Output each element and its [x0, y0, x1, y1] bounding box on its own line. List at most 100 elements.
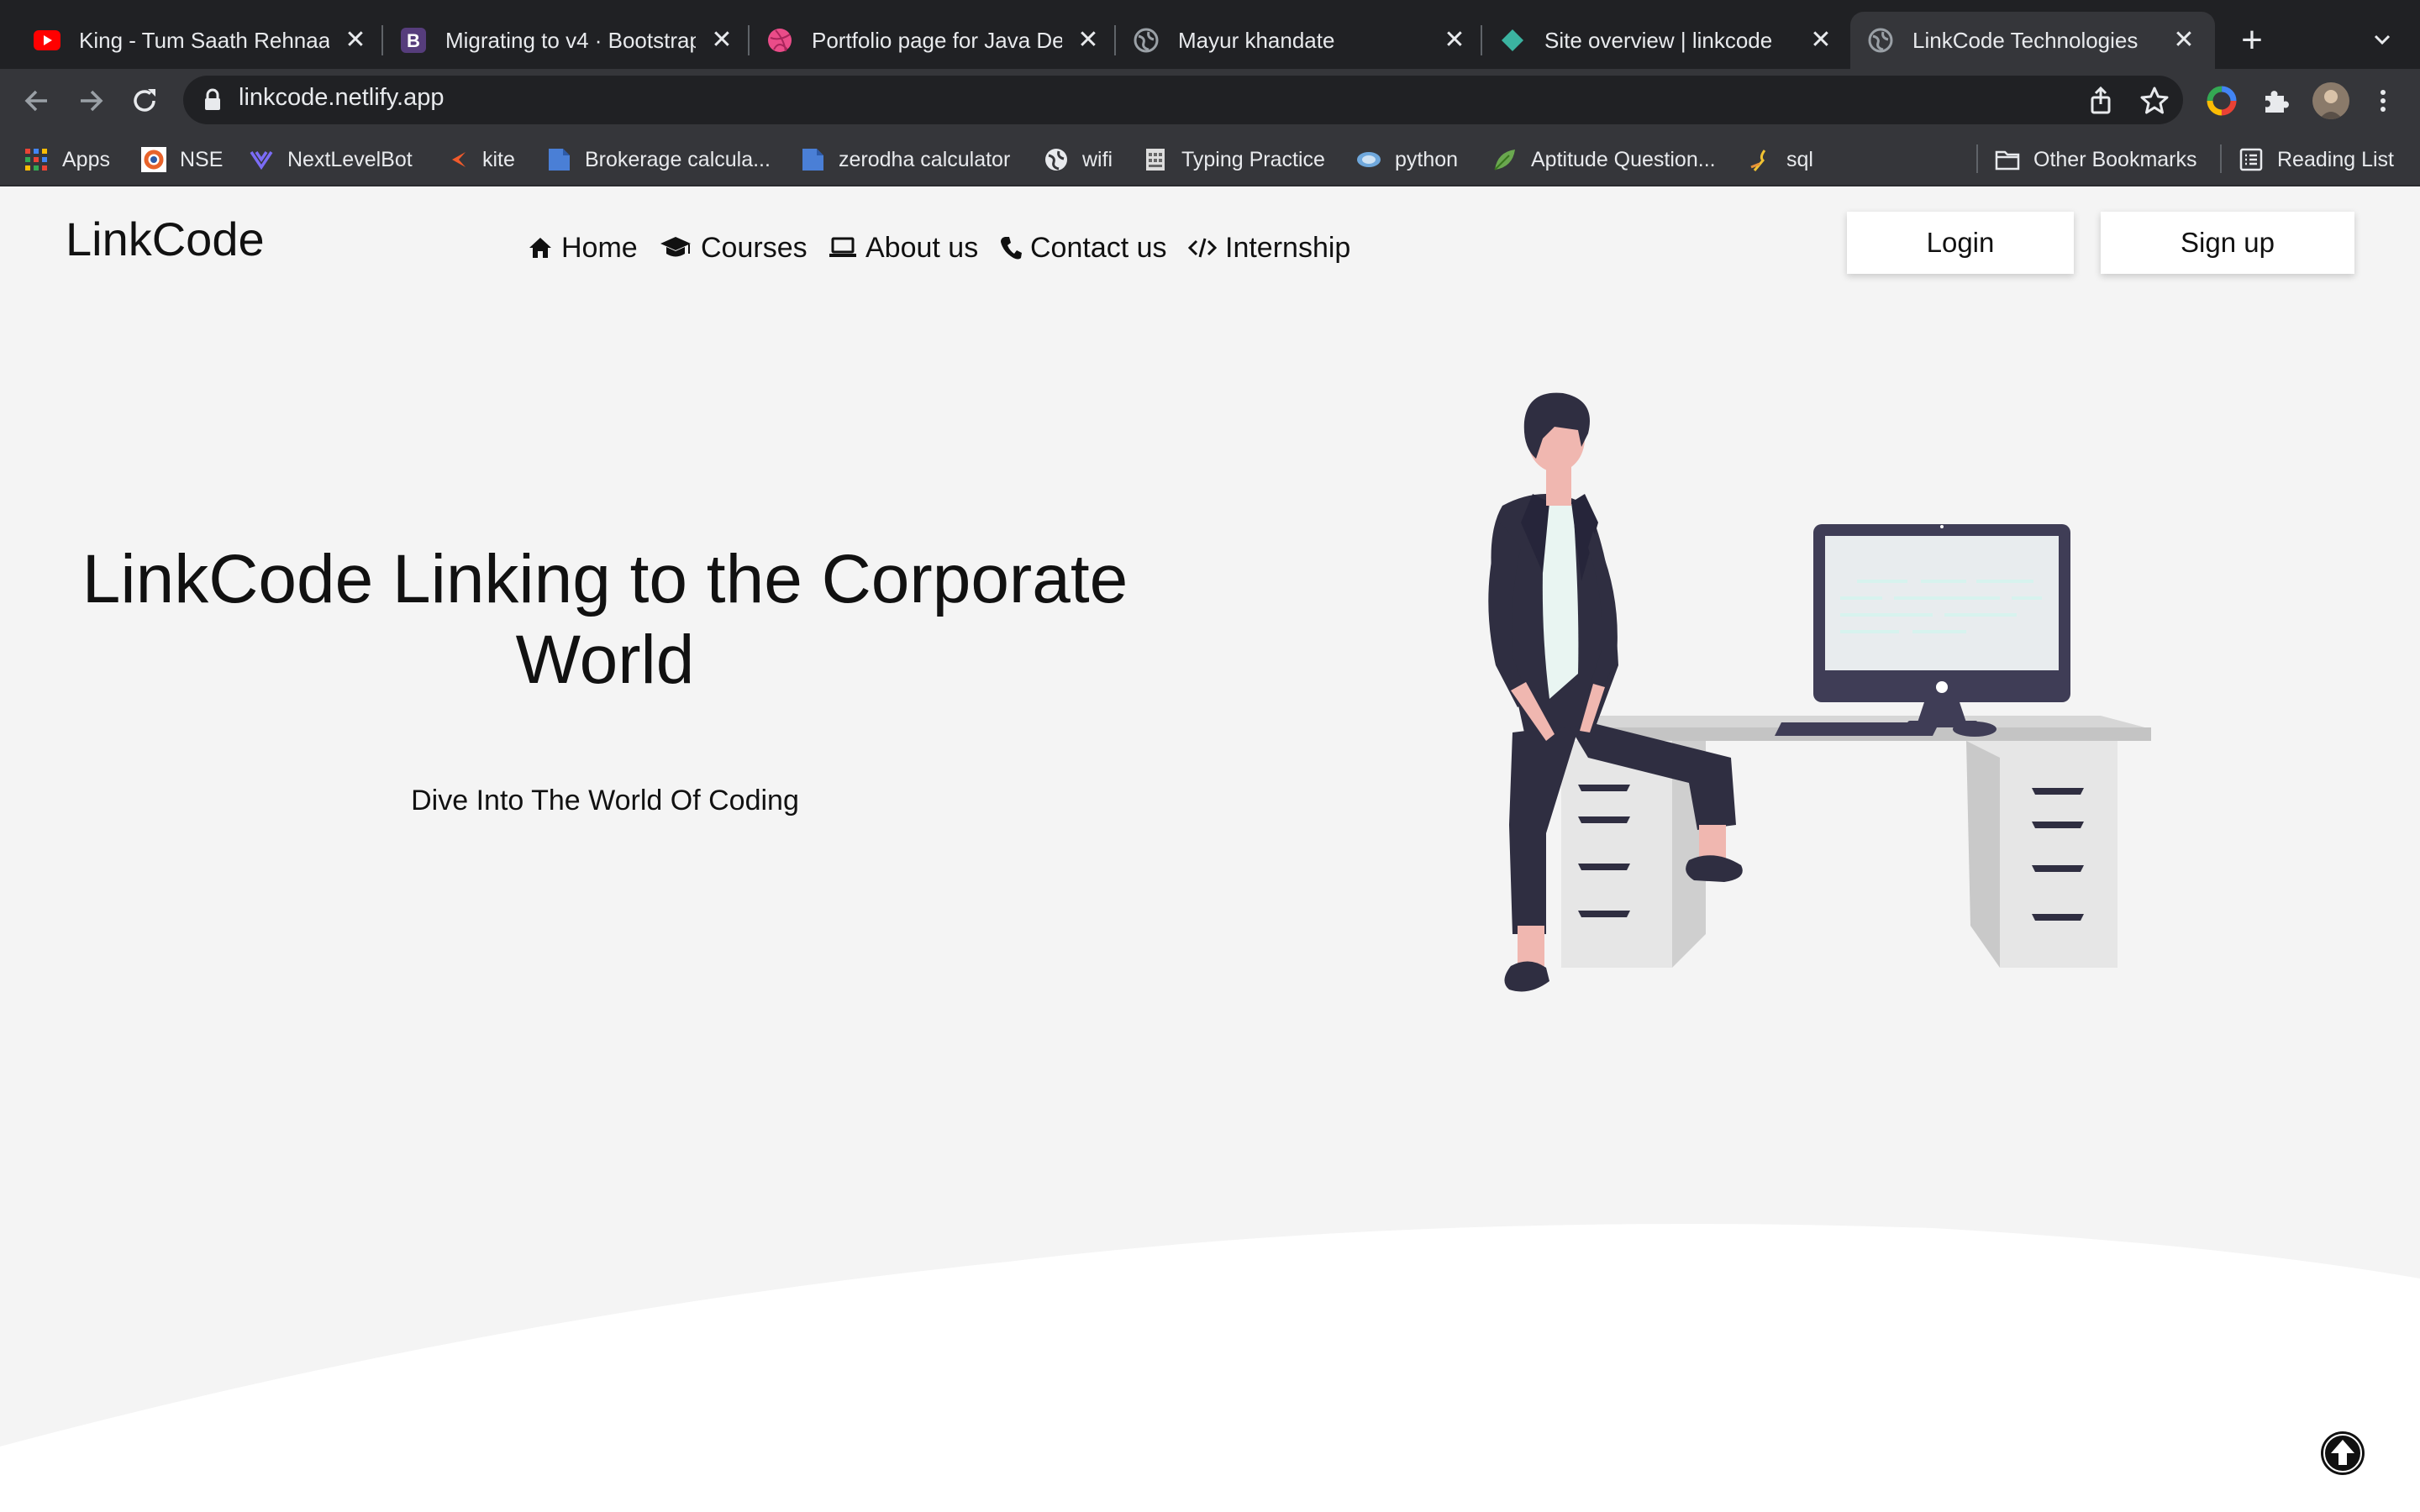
bookmark-nextlevelbot[interactable]: NextLevelBot [249, 144, 413, 175]
youtube-icon [34, 27, 60, 54]
nav-label: Contact us [1030, 231, 1167, 264]
netlify-icon [1499, 27, 1526, 54]
close-icon[interactable]: ✕ [341, 26, 370, 55]
bookmark-label: wifi [1082, 147, 1113, 171]
nse-icon [141, 147, 166, 172]
dribbble-icon [766, 27, 793, 54]
tab-title: King - Tum Saath Rehnaa (O [79, 27, 329, 53]
home-icon [529, 238, 551, 258]
color-wheel-extension-icon[interactable] [2205, 84, 2238, 118]
bookmark-nse[interactable]: NSE [141, 144, 223, 175]
sql-icon [1750, 150, 1766, 171]
globe-icon [1133, 27, 1160, 54]
tab-title: Migrating to v4 · Bootstrap [445, 27, 696, 53]
nav-courses[interactable]: Courses [659, 227, 808, 269]
bookmark-label: Typing Practice [1181, 147, 1325, 171]
close-icon[interactable]: ✕ [1807, 26, 1835, 55]
nav-label: Home [561, 231, 638, 264]
svg-text:B: B [407, 30, 420, 51]
login-button[interactable]: Login [1847, 212, 2074, 274]
nav-home[interactable]: Home [528, 227, 638, 269]
hero-illustration [1488, 392, 2151, 992]
bookmark-zerodha[interactable]: zerodha calculator [800, 144, 1010, 175]
bookmark-sql[interactable]: sql [1748, 144, 1813, 175]
bootstrap-icon: B [400, 27, 427, 54]
kite-icon [452, 152, 466, 167]
forward-arrow-icon[interactable] [74, 84, 108, 118]
bookmark-separator [2220, 144, 2222, 173]
bookmark-label: Apps [62, 147, 110, 171]
tab-linkcode[interactable]: LinkCode Technologies ✕ [1850, 12, 2215, 69]
tab-netlify[interactable]: Site overview | linkcode ✕ [1482, 12, 1852, 69]
tab-mayur[interactable]: Mayur khandate ✕ [1116, 12, 1486, 69]
code-icon [1188, 238, 1217, 258]
nav-label: About us [865, 231, 979, 264]
nav-label: Courses [701, 231, 808, 264]
wave-divider [0, 1224, 2420, 1512]
tab-title: Site overview | linkcode [1544, 27, 1773, 53]
tab-title: LinkCode Technologies [1912, 27, 2139, 53]
apps-grid-icon [25, 149, 47, 171]
tab-title: Mayur khandate [1178, 27, 1335, 53]
bookmark-label: NextLevelBot [287, 147, 413, 171]
bookmark-label: Other Bookmarks [2033, 147, 2197, 171]
close-icon[interactable]: ✕ [708, 26, 736, 55]
nav-label: Internship [1225, 231, 1351, 264]
bookmark-wifi[interactable]: wifi [1044, 144, 1113, 175]
close-icon[interactable]: ✕ [1440, 26, 1469, 55]
scroll-to-top-button[interactable] [2319, 1430, 2366, 1477]
nav-contact[interactable]: Contact us [1000, 227, 1167, 269]
close-icon[interactable]: ✕ [2170, 26, 2198, 55]
phone-icon [1001, 237, 1022, 260]
profile-avatar[interactable] [2312, 82, 2349, 119]
browser-tab-bar: King - Tum Saath Rehnaa (O ✕ B Migrating… [0, 0, 2420, 69]
doc-icon [802, 149, 823, 171]
url-text[interactable]: linkcode.netlify.app [239, 84, 445, 112]
folder-icon [1995, 150, 2020, 171]
bookmark-label: sql [1786, 147, 1813, 171]
address-bar[interactable] [183, 76, 2183, 124]
tab-youtube[interactable]: King - Tum Saath Rehnaa (O ✕ [17, 12, 387, 69]
site-logo[interactable]: LinkCode [66, 212, 265, 266]
bookmark-python[interactable]: python [1356, 144, 1458, 175]
bookmark-typing-practice[interactable]: Typing Practice [1143, 144, 1325, 175]
star-bookmark-icon[interactable] [2138, 84, 2171, 118]
puzzle-extensions-icon[interactable] [2259, 84, 2292, 118]
bookmark-label: python [1395, 147, 1459, 171]
nav-internship[interactable]: Internship [1188, 227, 1350, 269]
bookmark-aptitude[interactable]: Aptitude Question... [1492, 144, 1716, 175]
hero-subtitle: Dive Into The World Of Coding [411, 785, 799, 816]
nav-about[interactable]: About us [829, 227, 978, 269]
reading-list[interactable]: Reading List [2238, 144, 2394, 175]
bookmark-brokerage[interactable]: Brokerage calcula... [546, 144, 771, 175]
tab-bootstrap[interactable]: B Migrating to v4 · Bootstrap ✕ [383, 12, 753, 69]
bookmark-label: Brokerage calcula... [585, 147, 771, 171]
nextlevelbot-icon [250, 151, 273, 171]
reload-icon[interactable] [128, 84, 161, 118]
bookmark-label: kite [482, 147, 515, 171]
tab-title: Portfolio page for Java Dev [812, 27, 1062, 53]
bookmark-label: NSE [180, 147, 224, 171]
close-icon[interactable]: ✕ [1074, 26, 1102, 55]
bookmark-kite[interactable]: kite [444, 144, 515, 175]
bookmark-label: Aptitude Question... [1531, 147, 1716, 171]
globe-icon [1045, 149, 1067, 171]
kebab-menu-icon[interactable] [2366, 84, 2400, 118]
back-arrow-icon[interactable] [20, 84, 54, 118]
tab-dribbble[interactable]: Portfolio page for Java Dev ✕ [750, 12, 1119, 69]
bookmark-apps[interactable]: Apps [24, 144, 110, 175]
share-icon[interactable] [2084, 84, 2118, 118]
globe-icon [1867, 27, 1894, 54]
new-tab-button[interactable]: + [2235, 22, 2269, 59]
python-icon [1357, 152, 1381, 167]
arrow-up-circle-icon [2321, 1431, 2365, 1475]
doc-icon [549, 149, 570, 171]
lock-icon [203, 88, 222, 112]
reading-list-icon [2239, 148, 2263, 171]
page-content: LinkCode Home Courses About us Contact u… [0, 186, 2420, 1512]
chevron-down-icon[interactable] [2368, 25, 2396, 54]
bookmark-separator [1976, 144, 1978, 173]
other-bookmarks[interactable]: Other Bookmarks [1995, 144, 2197, 175]
signup-button[interactable]: Sign up [2101, 212, 2354, 274]
graduation-cap-icon [660, 237, 691, 257]
